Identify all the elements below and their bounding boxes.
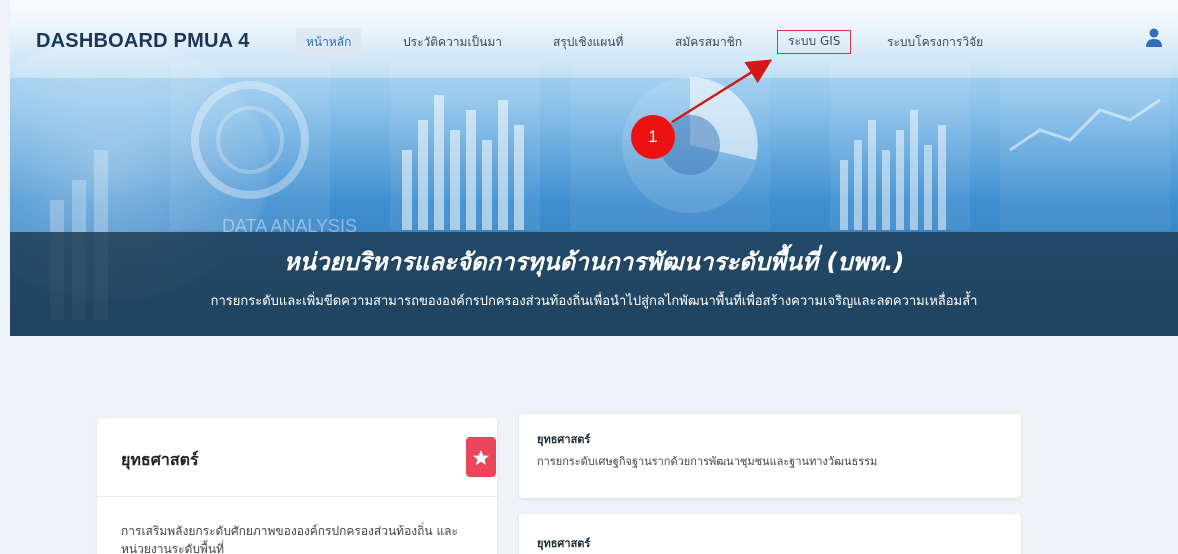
strategy-item-title: ยุทธศาสตร์ xyxy=(537,537,591,550)
strategy-card: ยุทธศาสตร์ การเสริมพลังยกระดับศักยภาพของ… xyxy=(97,418,497,554)
strategy-card-title: ยุทธศาสตร์ xyxy=(121,450,199,469)
card-divider xyxy=(97,496,497,497)
strategy-card-body: การเสริมพลังยกระดับศักยภาพขององค์กรปกครอ… xyxy=(121,524,458,554)
strategy-item-title: ยุทธศาสตร์ xyxy=(537,433,591,446)
strategy-item-body: การยกระดับเศษฐกิจฐานรากด้วยการพัฒนาชุมชน… xyxy=(537,455,878,468)
strategy-item-card[interactable]: ยุทธศาสตร์ การยกระดับเศษฐกิจฐานรากด้วยกา… xyxy=(519,414,1021,498)
badge-fold xyxy=(466,437,496,477)
annotation-step-badge: 1 xyxy=(631,115,675,159)
strategy-item-card[interactable]: ยุทธศาสตร์ xyxy=(519,514,1021,554)
